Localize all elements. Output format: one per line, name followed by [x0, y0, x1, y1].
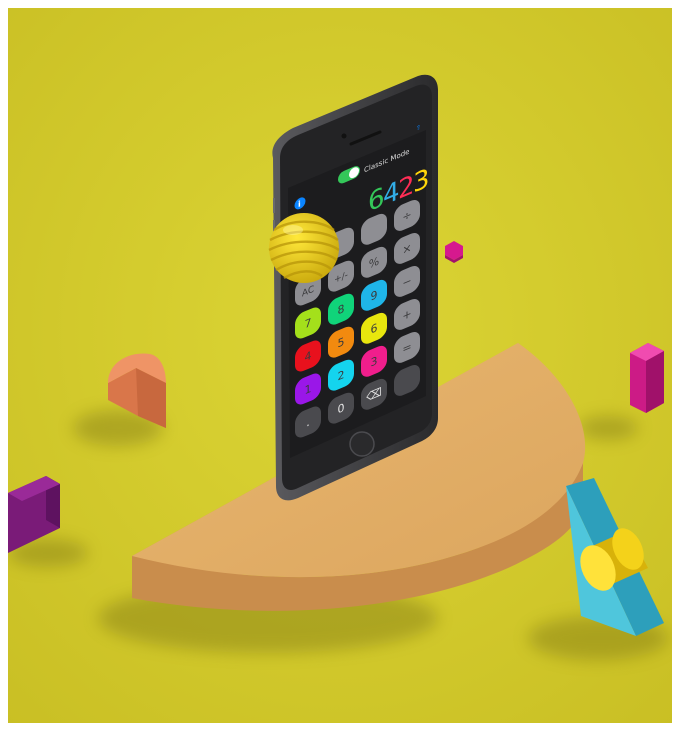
front-camera — [341, 133, 347, 139]
scene-illustration: i Classic Mode ⇪ 6423 ÷AC+/-%×789−456+12… — [8, 8, 672, 723]
scene-image: i Classic Mode ⇪ 6423 ÷ AC +/-% × 7 8 9−4 5 6 +1 2… — [8, 8, 672, 723]
calc-key-label: . — [306, 415, 310, 430]
magenta-block — [630, 343, 664, 413]
home-button[interactable] — [349, 431, 375, 457]
ribbed-yellow-ball — [268, 213, 340, 283]
info-icon-glyph: i — [298, 198, 301, 209]
